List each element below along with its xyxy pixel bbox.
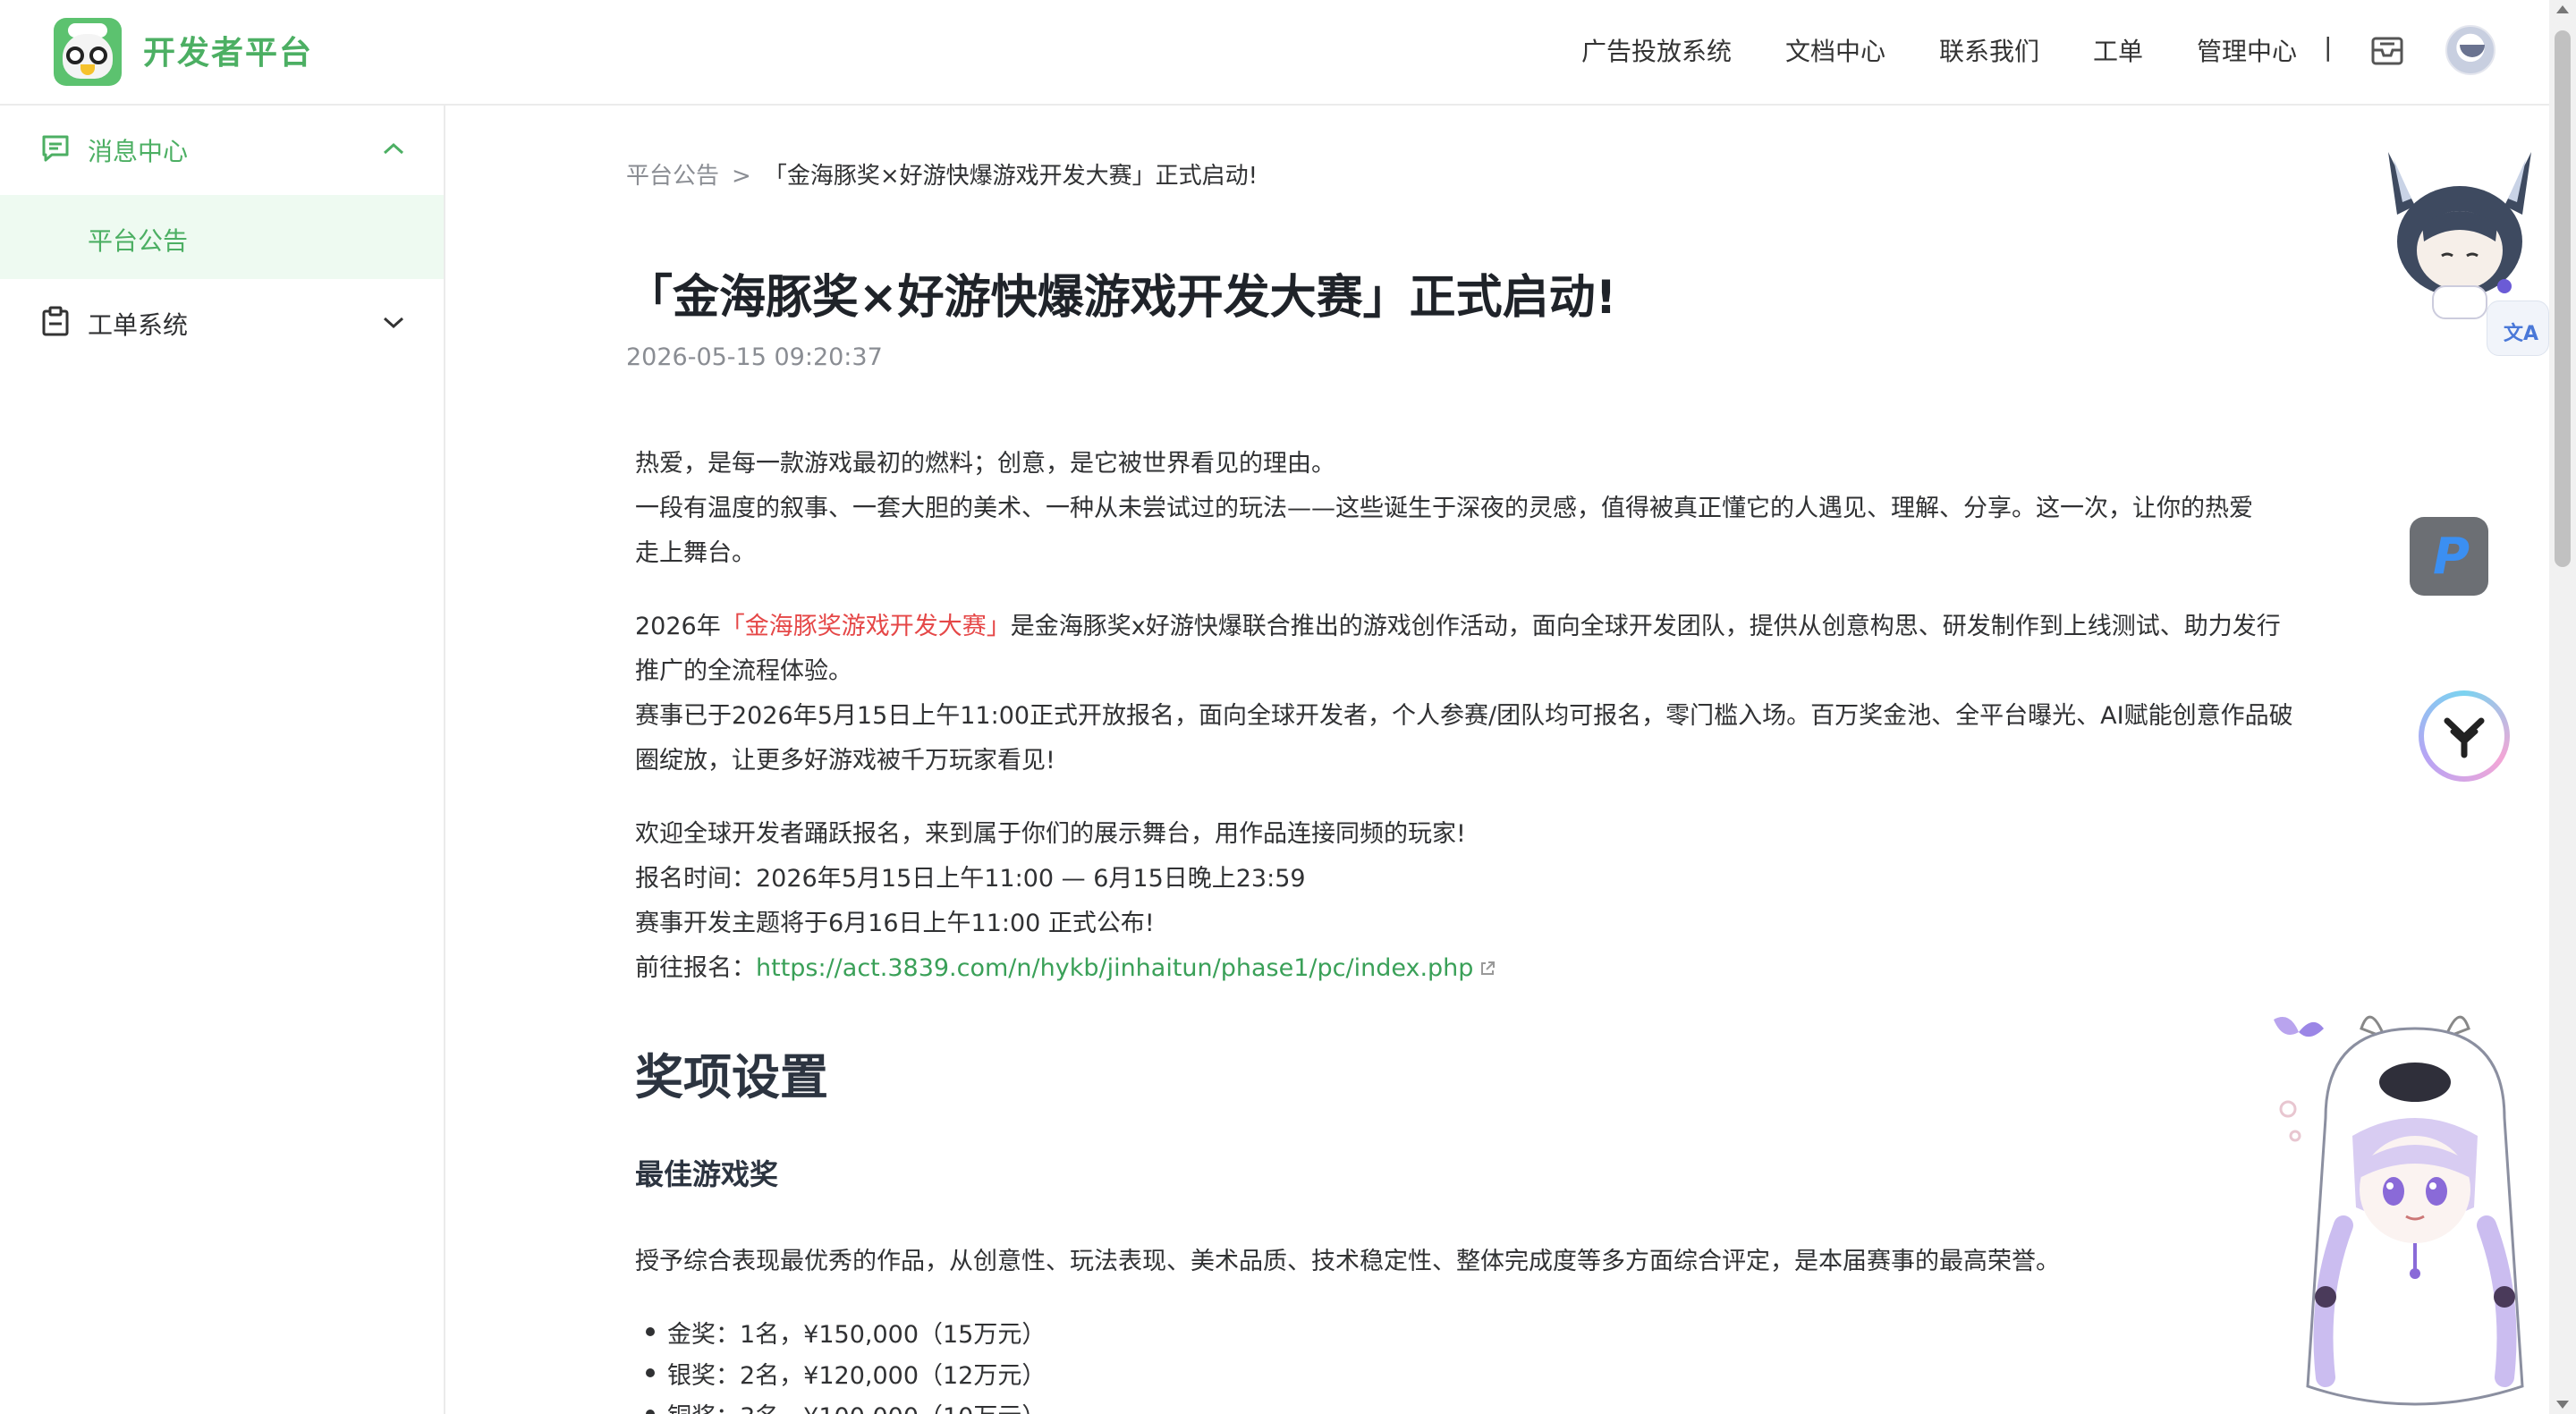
message-icon — [42, 135, 69, 162]
paragraph-line: 圈绽放，让更多好游戏被千万玩家看见! — [635, 747, 1055, 775]
paragraph-line: 推广的全流程体验。 — [635, 657, 852, 685]
best-game-description: 授予综合表现最优秀的作品，从创意性、玩法表现、美术品质、技术稳定性、整体完成度等… — [635, 1248, 2060, 1275]
scrollbar-thumb[interactable] — [2555, 30, 2571, 567]
breadcrumb: 平台公告 > 「金海豚奖×好游快爆游戏开发大赛」正式启动! — [626, 157, 1258, 191]
scroll-down-arrow-icon[interactable] — [2556, 1401, 2569, 1409]
nav-separator: | — [2324, 32, 2333, 62]
mail-icon[interactable] — [2370, 36, 2404, 66]
subheading-best-game: 最佳游戏奖 — [635, 1157, 779, 1191]
signup-time: 报名时间：2026年5月15日上午11:00 — 6月15日晚上23:59 — [635, 865, 1306, 893]
section-heading-awards: 奖项设置 — [635, 1049, 828, 1105]
p-plugin-icon: P — [2433, 528, 2470, 586]
sidebar-item-message-center[interactable]: 消息中心 — [0, 106, 444, 191]
nav-ticket[interactable]: 工单 — [2093, 32, 2143, 68]
y-plugin-button[interactable] — [2419, 690, 2510, 782]
paragraph-text: 2026年 — [635, 613, 721, 640]
paragraph-line: 热爱，是每一款游戏最初的燃料；创意，是它被世界看见的理由。 — [635, 450, 1335, 478]
top-header: 开发者平台 广告投放系统 文档中心 联系我们 工单 管理中心 | — [0, 0, 2549, 106]
sidebar: 消息中心 平台公告 工单系统 — [0, 106, 445, 1414]
sidebar-item-ticket-system[interactable]: 工单系统 — [0, 279, 444, 365]
sidebar-item-platform-notice[interactable]: 平台公告 — [0, 195, 444, 279]
signup-label: 前往报名： — [635, 954, 756, 982]
chevron-up-icon — [383, 142, 404, 155]
y-logo-icon — [2444, 717, 2485, 758]
nav-docs[interactable]: 文档中心 — [1785, 32, 1885, 68]
chevron-down-icon — [383, 317, 404, 329]
breadcrumb-home[interactable]: 平台公告 — [626, 163, 719, 190]
contest-name-highlight: 「金海豚奖游戏开发大赛」 — [720, 613, 1011, 640]
prize-list-item: 铜奖：3名，¥100,000（10万元） — [645, 1397, 1046, 1414]
theme-announce: 赛事开发主题将于6月16日上午11:00 正式公布! — [635, 910, 1155, 937]
signup-link[interactable]: https://act.3839.com/n/hykb/jinhaitun/ph… — [756, 954, 1473, 982]
p-plugin-button[interactable]: P — [2410, 517, 2488, 596]
nav-ad-system[interactable]: 广告投放系统 — [1581, 32, 1732, 68]
logo-eye-right — [89, 47, 107, 64]
prize-list-item: 银奖：2名，¥120,000（12万元） — [645, 1356, 1046, 1391]
breadcrumb-current: 「金海豚奖×好游快爆游戏开发大赛」正式启动! — [763, 163, 1258, 190]
external-link-icon[interactable] — [1479, 960, 1496, 978]
mascot-ghost-girl-icon[interactable] — [2263, 1002, 2549, 1414]
user-avatar[interactable] — [2445, 25, 2496, 75]
prize-list-item: 金奖：1名，¥150,000（15万元） — [645, 1315, 1046, 1350]
article-content: 平台公告 > 「金海豚奖×好游快爆游戏开发大赛」正式启动! 「金海豚奖×好游快爆游戏… — [447, 107, 2549, 1414]
paragraph-line: 一段有温度的叙事、一套大胆的美术、一种从未尝试过的玩法——这些诞生于深夜的灵感，… — [635, 495, 2253, 522]
platform-logo[interactable] — [54, 18, 122, 86]
nav-admin[interactable]: 管理中心 — [2197, 32, 2297, 68]
paragraph-line: 走上舞台。 — [635, 539, 756, 567]
article-date: 2026-05-15 09:20:37 — [626, 343, 883, 371]
mascot-girl-icon[interactable] — [2370, 143, 2549, 322]
nav-contact[interactable]: 联系我们 — [1939, 32, 2039, 68]
paragraph-line: 欢迎全球开发者踊跃报名，来到属于你们的展示舞台，用作品连接同频的玩家! — [635, 820, 1466, 848]
paragraph-line: 赛事已于2026年5月15日上午11:00正式开放报名，面向全球开发者，个人参赛… — [635, 702, 2293, 730]
logo-face — [63, 34, 113, 79]
breadcrumb-arrow: > — [732, 163, 751, 190]
sidebar-item-label: 消息中心 — [88, 137, 189, 166]
translate-button[interactable]: 文A — [2487, 301, 2549, 356]
logo-eye-left — [66, 47, 84, 64]
logo-beak — [80, 64, 95, 75]
sidebar-item-label: 平台公告 — [88, 226, 189, 256]
article-title: 「金海豚奖×好游快爆游戏开发大赛」正式启动! — [626, 271, 1617, 325]
sidebar-item-label: 工单系统 — [88, 310, 189, 340]
paragraph-text: 是金海豚奖x好游快爆联合推出的游戏创作活动，面向全球开发团队，提供从创意构思、研… — [1010, 613, 2281, 640]
scroll-up-arrow-icon[interactable] — [2556, 5, 2569, 13]
clipboard-icon — [42, 306, 69, 336]
translate-icon: 文A — [2504, 323, 2539, 345]
brand-name[interactable]: 开发者平台 — [143, 27, 313, 73]
signup-line: 前往报名：https://act.3839.com/n/hykb/jinhait… — [635, 948, 1496, 983]
paragraph-line: 2026年「金海豚奖游戏开发大赛」是金海豚奖x好游快爆联合推出的游戏创作活动，面… — [635, 606, 2281, 641]
